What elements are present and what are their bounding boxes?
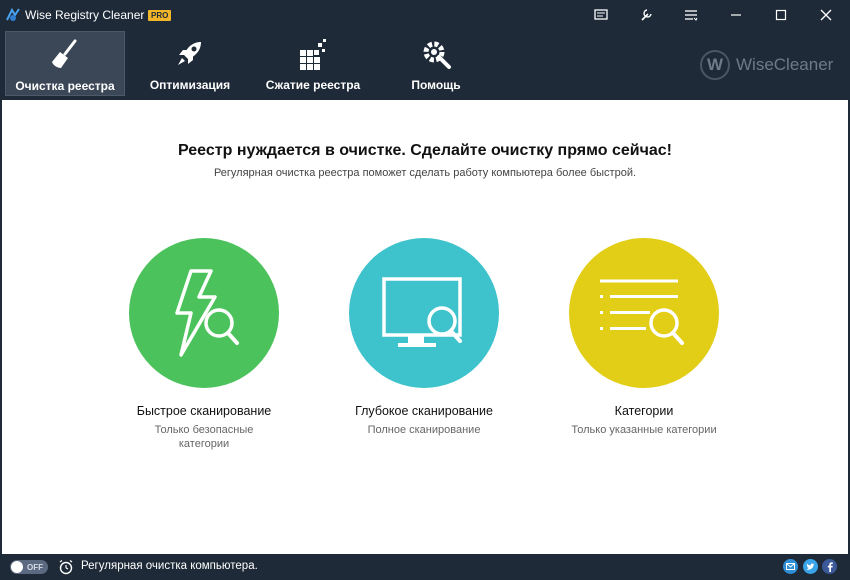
broom-icon [52,39,77,68]
minimize-icon [731,14,741,16]
tab-label: Помощь [411,78,461,92]
deep-scan-option[interactable]: Глубокое сканирование Полное сканировани… [324,238,524,437]
page-headline: Реестр нуждается в очистке. Сделайте очи… [178,142,672,159]
window-title: Wise Registry Cleaner 9 [25,8,155,22]
email-button[interactable] [783,559,798,574]
fast-scan-desc: Только безопасные категории [154,424,254,450]
rocket-icon [178,42,201,65]
lightning-search-icon [175,269,239,357]
main-panel: Реестр нуждается в очистке. Сделайте очи… [2,100,848,554]
wisecleaner-brand[interactable]: W WiseCleaner [700,50,833,80]
twitter-icon [806,562,815,570]
wisecleaner-logo: W [700,50,730,80]
status-bar: OFF Регулярная очистка компьютера. [0,554,850,580]
deep-scan-title: Глубокое сканирование [355,404,493,418]
page-subline: Регулярная очистка реестра поможет сдела… [213,167,637,179]
alarm-clock-icon[interactable] [58,559,74,575]
scheduled-cleaning-toggle[interactable]: OFF [10,560,48,574]
categories-option[interactable]: Категории Только указанные категории [544,238,744,437]
tab-optimization[interactable]: Оптимизация [140,31,240,96]
feedback-button[interactable] [581,0,621,30]
skin-icon [641,9,652,21]
categories-title: Категории [614,404,674,418]
fast-scan-button[interactable] [129,238,279,388]
compress-icon [300,39,326,70]
tab-label: Сжатие реестра [265,78,361,92]
monitor-search-icon [382,277,462,347]
facebook-button[interactable] [822,559,837,574]
categories-desc: Только указанные категории [571,424,717,436]
list-search-icon [600,279,684,345]
close-icon [820,9,832,21]
tab-label: Очистка реестра [15,79,115,93]
pro-badge: PRO [148,10,172,21]
menu-button[interactable] [671,0,711,30]
tab-registry-defrag[interactable]: Сжатие реестра [258,31,368,96]
close-button[interactable] [806,0,846,30]
title-bar: Wise Registry Cleaner 9 PRO [0,0,850,30]
minimize-button[interactable] [716,0,756,30]
maximize-icon [775,9,787,21]
toggle-state: OFF [27,562,43,572]
email-icon [786,563,795,570]
tab-help[interactable]: Помощь [396,31,476,96]
twitter-button[interactable] [803,559,818,574]
maximize-button[interactable] [761,0,801,30]
tools-icon [423,41,451,69]
toggle-knob [11,561,23,573]
status-text[interactable]: Регулярная очистка компьютера. [81,560,258,572]
skin-button[interactable] [626,0,666,30]
feedback-icon [594,9,608,20]
fast-scan-title: Быстрое сканирование [136,404,272,418]
tab-registry-cleaner[interactable]: Очистка реестра [5,31,125,96]
app-logo-icon [6,7,20,21]
deep-scan-button[interactable] [349,238,499,388]
brand-name: WiseCleaner [736,55,834,74]
facebook-icon [827,561,833,572]
tab-label: Оптимизация [149,78,231,92]
deep-scan-desc: Полное сканирование [367,424,481,436]
fast-scan-option[interactable]: Быстрое сканирование Только безопасные к… [104,238,304,451]
menu-icon [685,10,698,21]
categories-button[interactable] [569,238,719,388]
